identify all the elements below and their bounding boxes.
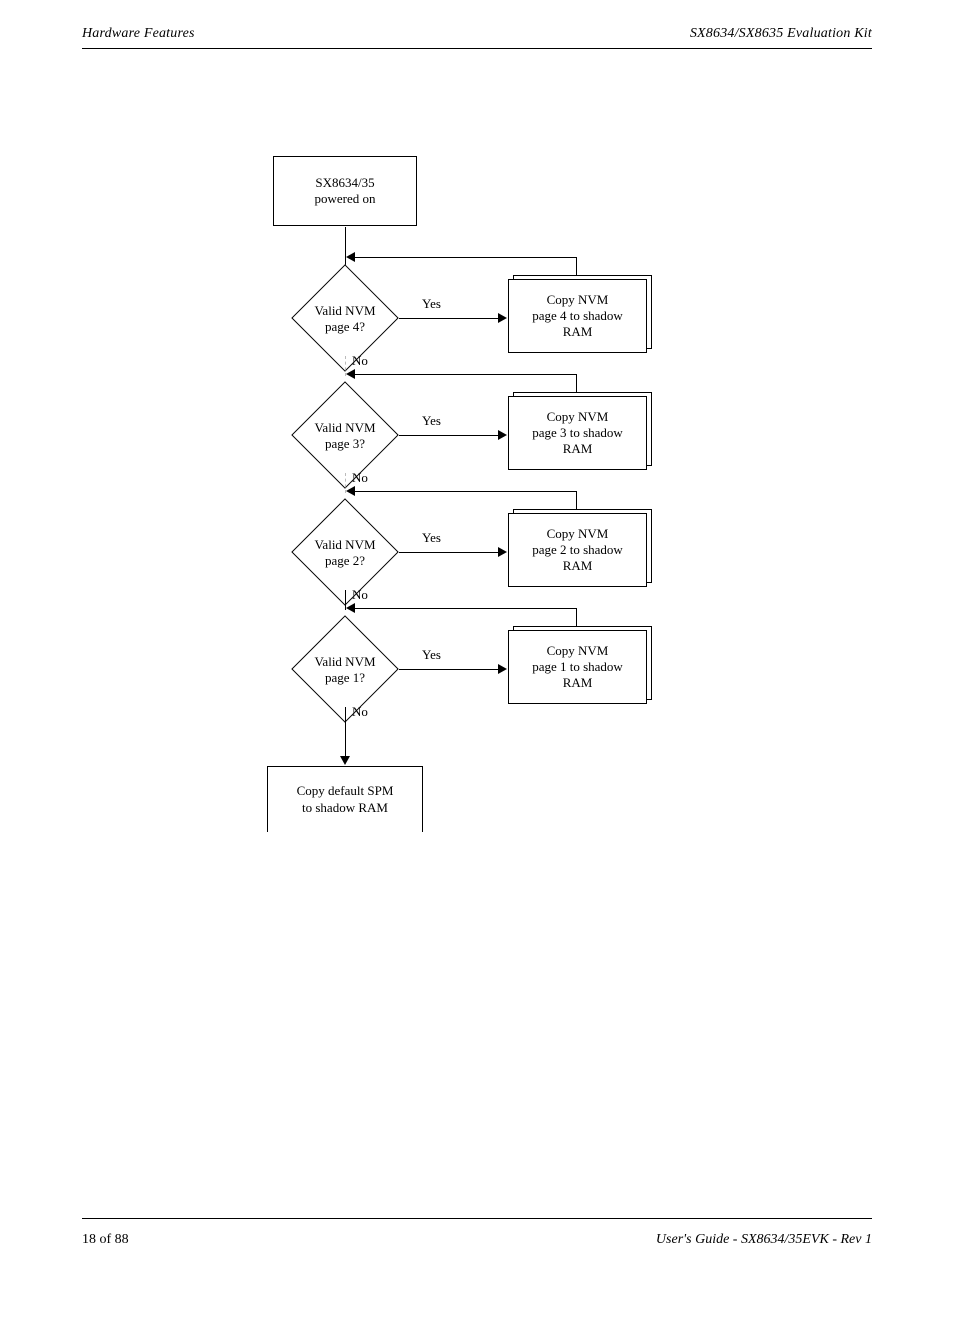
r3-action: Copy NVM page 2 to shadow RAM: [508, 513, 652, 587]
r2-action: Copy NVM page 3 to shadow RAM: [508, 396, 652, 470]
r3-return-arrow: [346, 486, 355, 496]
end-in-arrow: [340, 756, 350, 765]
flowchart: SX8634/35 powered on Valid NVM page 4? Y…: [0, 0, 954, 1336]
end-box: Copy default SPM to shadow RAM: [267, 766, 423, 832]
r1-yes: Yes: [422, 296, 441, 312]
footer-page: 18 of 88: [82, 1232, 129, 1248]
r2-decision-label: Valid NVM page 3?: [295, 420, 395, 451]
r3-yes-line: [399, 552, 501, 553]
r4-down: [345, 707, 346, 762]
footer-doc: User's Guide - SX8634/35EVK - Rev 1: [656, 1232, 872, 1248]
r2-yes-arrow: [498, 430, 507, 440]
r4-yes: Yes: [422, 647, 441, 663]
r4-yes-arrow: [498, 664, 507, 674]
r2-yes: Yes: [422, 413, 441, 429]
r1-yes-arrow: [498, 313, 507, 323]
r1-return-arrow: [346, 252, 355, 262]
r4-action: Copy NVM page 1 to shadow RAM: [508, 630, 652, 704]
r3-decision-label: Valid NVM page 2?: [295, 537, 395, 568]
r1-yes-line: [399, 318, 501, 319]
r4-no: No: [352, 704, 368, 720]
r2-return: [354, 374, 576, 375]
start-box: SX8634/35 powered on: [273, 156, 417, 226]
r3-return: [354, 491, 576, 492]
r3-no: No: [352, 587, 368, 603]
r1-return: [354, 257, 576, 258]
r2-no: No: [352, 470, 368, 486]
r3-yes-arrow: [498, 547, 507, 557]
r3-yes: Yes: [422, 530, 441, 546]
footer-rule: [82, 1218, 872, 1219]
r1-decision-label: Valid NVM page 4?: [295, 303, 395, 334]
r4-yes-line: [399, 669, 501, 670]
r4-return-arrow: [346, 603, 355, 613]
r4-return: [354, 608, 576, 609]
r4-decision-label: Valid NVM page 1?: [295, 654, 395, 685]
r2-return-arrow: [346, 369, 355, 379]
r1-action: Copy NVM page 4 to shadow RAM: [508, 279, 652, 353]
r1-no: No: [352, 353, 368, 369]
r2-yes-line: [399, 435, 501, 436]
